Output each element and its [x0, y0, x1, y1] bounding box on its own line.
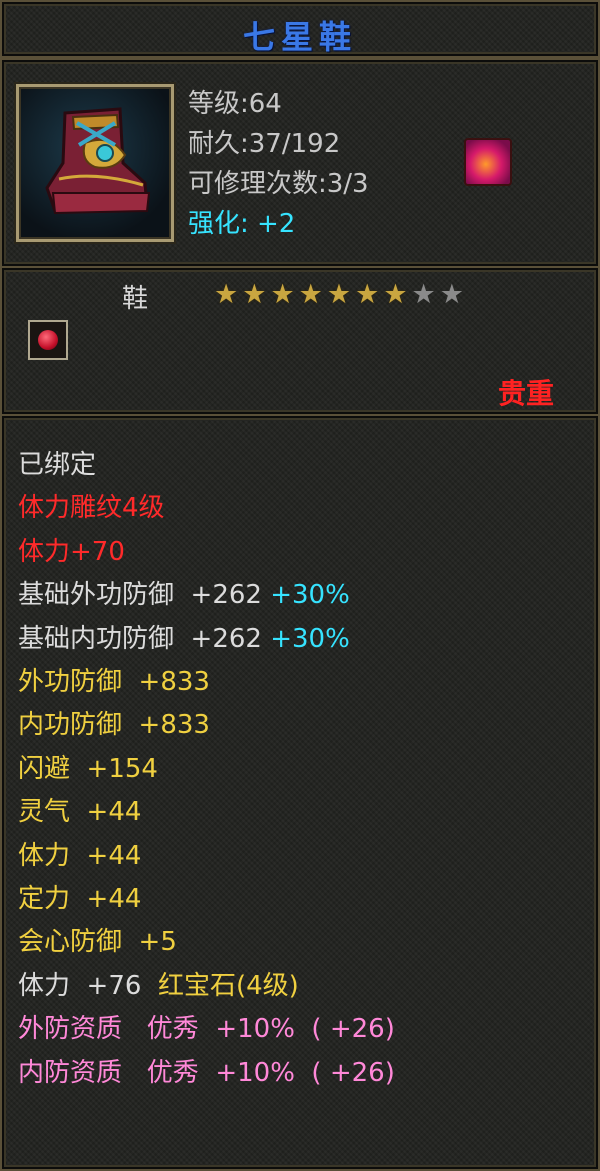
enhance-text: 强化: +2: [188, 209, 296, 239]
star-empty-icon: ★: [411, 279, 436, 310]
item-type-label: 鞋: [122, 284, 149, 314]
attribute-text: 体力雕纹4级: [18, 493, 165, 524]
attribute-row: 外防资质 优秀 +10% ( +26): [18, 1008, 395, 1051]
attribute-row: 已绑定: [18, 444, 395, 487]
item-name: 七星鞋: [242, 18, 357, 56]
durability-text: 耐久:37/192: [188, 129, 341, 159]
attribute-text: 体力 +76: [18, 970, 158, 1001]
attribute-extra: +30%: [270, 580, 350, 611]
attribute-text: 外防资质 优秀 +10% ( +26): [18, 1014, 395, 1045]
attribute-row: 内功防御 +833: [18, 704, 395, 747]
rarity-label: 贵重: [497, 377, 554, 410]
attribute-row: 体力雕纹4级: [18, 487, 395, 530]
item-stats: 等级:64 耐久:37/192 可修理次数:3/3 强化: +2: [188, 84, 369, 244]
attribute-row: 闪避 +154: [18, 748, 395, 791]
attribute-row: 基础内功防御 +262 +30%: [18, 618, 395, 661]
attribute-text: 基础外功防御 +262: [18, 580, 271, 611]
fire-element-icon: [464, 138, 512, 186]
attribute-text: 体力 +44: [18, 840, 142, 871]
item-type-section: 鞋 ★ ★ ★ ★ ★ ★ ★ ★ ★ 贵重: [0, 266, 600, 416]
attribute-row: 体力+70: [18, 531, 395, 574]
boot-icon: [45, 107, 151, 215]
star-rating: ★ ★ ★ ★ ★ ★ ★ ★ ★: [214, 280, 464, 310]
star-filled-icon: ★: [383, 279, 408, 310]
attribute-row: 内防资质 优秀 +10% ( +26): [18, 1052, 395, 1095]
attribute-row: 基础外功防御 +262 +30%: [18, 574, 395, 617]
attribute-text: 基础内功防御 +262: [18, 623, 271, 654]
star-filled-icon: ★: [298, 279, 323, 310]
attribute-row: 灵气 +44: [18, 791, 395, 834]
star-filled-icon: ★: [270, 279, 295, 310]
attribute-extra: 红宝石(4级): [157, 970, 299, 1001]
level-text: 等级:64: [188, 89, 282, 119]
star-empty-icon: ★: [439, 279, 464, 310]
item-icon-frame[interactable]: [16, 84, 174, 242]
attribute-extra: +30%: [270, 623, 350, 654]
attribute-text: 已绑定: [18, 450, 97, 480]
attribute-text: 内功防御 +833: [18, 710, 210, 741]
star-filled-icon: ★: [355, 279, 380, 310]
item-header: 等级:64 耐久:37/192 可修理次数:3/3 强化: +2: [0, 58, 600, 268]
red-gem-icon[interactable]: [28, 320, 68, 360]
attribute-row: 体力 +76 红宝石(4级): [18, 965, 395, 1008]
repair-count-text: 可修理次数:3/3: [188, 169, 369, 199]
attribute-row: 定力 +44: [18, 878, 395, 921]
title-bar: 七星鞋: [0, 0, 600, 58]
attribute-text: 会心防御 +5: [18, 927, 177, 958]
attribute-row: 外功防御 +833: [18, 661, 395, 704]
attribute-text: 灵气 +44: [18, 797, 142, 828]
star-filled-icon: ★: [214, 279, 239, 310]
attribute-text: 外功防御 +833: [18, 667, 210, 698]
attribute-text: 定力 +44: [18, 884, 142, 915]
attribute-text: 体力+70: [18, 536, 125, 567]
attribute-panel: 已绑定 体力雕纹4级 体力+70 基础外功防御 +262 +30% 基础内功防御 +26…: [0, 414, 600, 1171]
attribute-text: 闪避 +154: [18, 753, 158, 784]
attribute-text: 内防资质 优秀 +10% ( +26): [18, 1057, 395, 1088]
star-filled-icon: ★: [326, 279, 352, 310]
attribute-list: 已绑定 体力雕纹4级 体力+70 基础外功防御 +262 +30% 基础内功防御 +26…: [18, 444, 395, 1095]
star-filled-icon: ★: [242, 279, 267, 310]
attribute-row: 体力 +44: [18, 835, 395, 878]
attribute-row: 会心防御 +5: [18, 921, 395, 964]
